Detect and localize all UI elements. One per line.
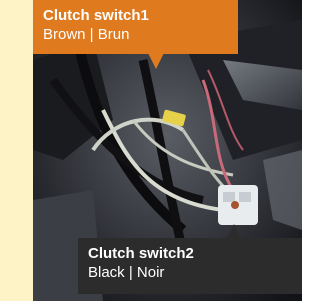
callout-clutch-switch1: Clutch switch1 Brown | Brun xyxy=(33,0,238,54)
callout-top-subtitle: Brown | Brun xyxy=(43,26,130,43)
callout-bottom-title: Clutch switch2 xyxy=(88,245,194,262)
callout-top-pointer xyxy=(148,53,164,69)
callout-top-title: Clutch switch1 xyxy=(43,7,149,24)
callout-bottom-subtitle: Black | Noir xyxy=(88,264,165,281)
callout-clutch-switch2: Clutch switch2 Black | Noir xyxy=(78,238,302,294)
